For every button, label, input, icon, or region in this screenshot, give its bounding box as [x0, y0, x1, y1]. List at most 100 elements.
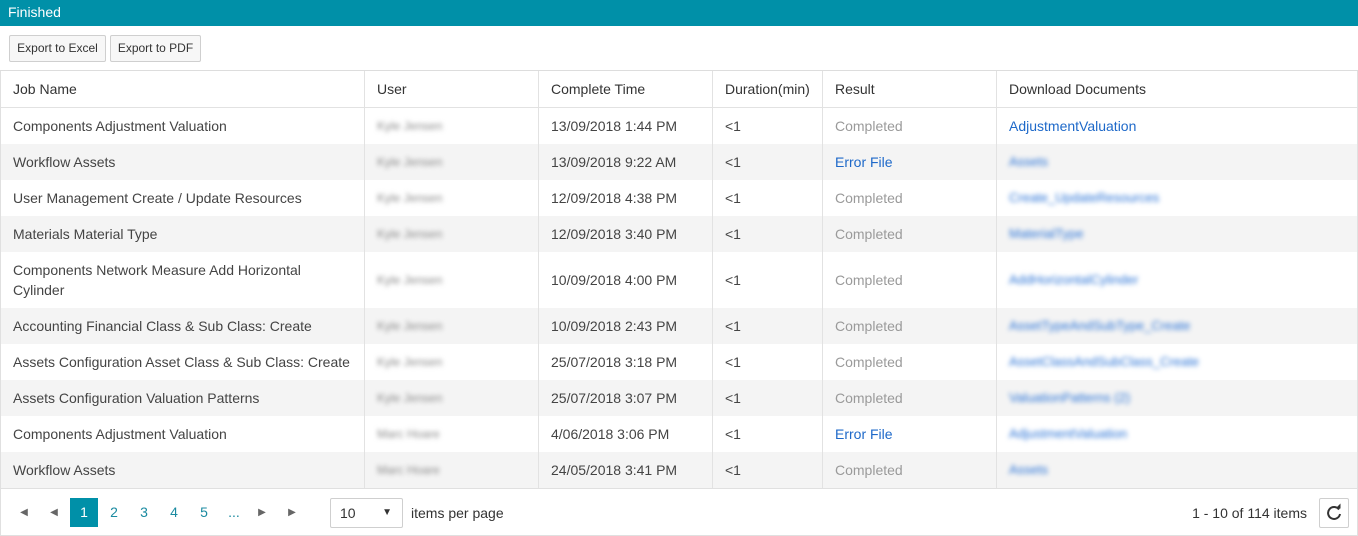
download-document-link[interactable]: AdjustmentValuation: [1009, 424, 1127, 444]
table-row[interactable]: Assets Configuration Asset Class & Sub C…: [1, 344, 1357, 380]
download-document-link[interactable]: MaterialType: [1009, 224, 1083, 244]
column-header-download-documents[interactable]: Download Documents: [997, 71, 1357, 107]
grid-cell: Kyle Jensen: [365, 144, 539, 180]
refresh-button[interactable]: [1319, 498, 1349, 528]
grid-cell: <1: [713, 452, 823, 488]
grid-cell: AssetTypeAndSubType_Create: [997, 308, 1357, 344]
table-row[interactable]: Assets Configuration Valuation Patterns K…: [1, 380, 1357, 416]
table-row[interactable]: Materials Material Type Kyle Jensen 12/09/…: [1, 216, 1357, 252]
grid-cell: Completed: [823, 216, 997, 252]
error-file-link[interactable]: Error File: [835, 424, 893, 444]
first-page-icon[interactable]: ◀​: [13, 498, 35, 527]
column-header-job-name[interactable]: Job Name: [1, 71, 365, 107]
download-document-link[interactable]: AssetClassAndSubClass_Create: [1009, 352, 1199, 372]
cell-duration: <1: [725, 390, 741, 406]
grid-cell: Components Adjustment Valuation: [1, 108, 365, 144]
cell-user: Marc Hoare: [377, 427, 440, 441]
cell-user: Kyle Jensen: [377, 273, 443, 287]
grid-cell: 25/07/2018 3:18 PM: [539, 344, 713, 380]
page-more[interactable]: ...: [220, 498, 248, 527]
panel-title-bar: Finished: [0, 0, 1358, 26]
grid-cell: Completed: [823, 308, 997, 344]
grid-cell: Kyle Jensen: [365, 344, 539, 380]
table-row[interactable]: Components Network Measure Add Horizonta…: [1, 252, 1357, 308]
cell-duration: <1: [725, 118, 741, 134]
cell-result: Completed: [835, 462, 903, 478]
cell-job-name: Components Adjustment Valuation: [13, 118, 227, 134]
previous-page-icon[interactable]: ◀: [43, 498, 65, 527]
table-row[interactable]: Components Adjustment Valuation Kyle Jens…: [1, 108, 1357, 144]
cell-duration: <1: [725, 462, 741, 478]
grid-cell: 25/07/2018 3:07 PM: [539, 380, 713, 416]
refresh-icon: [1327, 503, 1341, 520]
error-file-link[interactable]: Error File: [835, 152, 893, 172]
grid-cell: Kyle Jensen: [365, 180, 539, 216]
grid-cell: 12/09/2018 4:38 PM: [539, 180, 713, 216]
download-document-link[interactable]: AdjustmentValuation: [1009, 116, 1136, 136]
grid-cell: Create_UpdateResources: [997, 180, 1357, 216]
grid-cell: MaterialType: [997, 216, 1357, 252]
cell-job-name: Assets Configuration Valuation Patterns: [13, 390, 260, 406]
cell-duration: <1: [725, 190, 741, 206]
cell-complete-time: 10/09/2018 4:00 PM: [551, 272, 678, 288]
table-row[interactable]: Components Adjustment Valuation Marc Hoar…: [1, 416, 1357, 452]
grid-cell: Marc Hoare: [365, 416, 539, 452]
grid-cell: Accounting Financial Class & Sub Class: …: [1, 308, 365, 344]
page-5[interactable]: 5: [190, 498, 218, 527]
grid-cell: <1: [713, 252, 823, 308]
page-4[interactable]: 4: [160, 498, 188, 527]
cell-result: Completed: [835, 272, 903, 288]
download-document-link[interactable]: ValuationPatterns (2): [1009, 388, 1130, 408]
cell-result: Completed: [835, 118, 903, 134]
grid-cell: <1: [713, 416, 823, 452]
page-2[interactable]: 2: [100, 498, 128, 527]
download-document-link[interactable]: Assets: [1009, 460, 1048, 480]
last-page-icon[interactable]: ▶​: [281, 498, 303, 527]
grid-cell: <1: [713, 216, 823, 252]
cell-duration: <1: [725, 272, 741, 288]
pager-info: 1 - 10 of 114 items: [1192, 505, 1307, 521]
download-document-link[interactable]: Assets: [1009, 152, 1048, 172]
cell-user: Kyle Jensen: [377, 191, 443, 205]
grid-cell: 10/09/2018 2:43 PM: [539, 308, 713, 344]
grid-cell: ValuationPatterns (2): [997, 380, 1357, 416]
grid-cell: 24/05/2018 3:41 PM: [539, 452, 713, 488]
cell-result: Completed: [835, 190, 903, 206]
grid-cell: Completed: [823, 344, 997, 380]
column-header-duration[interactable]: Duration(min): [713, 71, 823, 107]
page-size-select[interactable]: 10 ▼: [330, 498, 403, 528]
download-document-link[interactable]: AssetTypeAndSubType_Create: [1009, 316, 1190, 336]
cell-complete-time: 10/09/2018 2:43 PM: [551, 318, 678, 334]
grid-cell: Assets Configuration Asset Class & Sub C…: [1, 344, 365, 380]
page-1[interactable]: 1: [70, 498, 98, 527]
cell-result: Completed: [835, 390, 903, 406]
table-row[interactable]: Accounting Financial Class & Sub Class: …: [1, 308, 1357, 344]
table-row[interactable]: Workflow Assets Marc Hoare 24/05/2018 3:41…: [1, 452, 1357, 488]
cell-result: Completed: [835, 226, 903, 242]
grid-cell: Marc Hoare: [365, 452, 539, 488]
cell-result: Completed: [835, 318, 903, 334]
cell-user: Kyle Jensen: [377, 391, 443, 405]
page-3[interactable]: 3: [130, 498, 158, 527]
column-header-result[interactable]: Result: [823, 71, 997, 107]
download-document-link[interactable]: Create_UpdateResources: [1009, 188, 1159, 208]
next-page-icon[interactable]: ▶: [251, 498, 273, 527]
export-excel-button[interactable]: Export to Excel: [9, 35, 106, 62]
grid-cell: Kyle Jensen: [365, 252, 539, 308]
export-pdf-button[interactable]: Export to PDF: [110, 35, 201, 62]
grid-cell: Completed: [823, 380, 997, 416]
chevron-down-icon: ▼: [382, 507, 392, 518]
table-row[interactable]: User Management Create / Update Resource…: [1, 180, 1357, 216]
cell-user: Kyle Jensen: [377, 227, 443, 241]
grid-cell: Assets: [997, 144, 1357, 180]
column-header-complete-time[interactable]: Complete Time: [539, 71, 713, 107]
download-document-link[interactable]: AddHorizontalCylinder: [1009, 270, 1138, 290]
grid-cell: 13/09/2018 1:44 PM: [539, 108, 713, 144]
column-header-user[interactable]: User: [365, 71, 539, 107]
cell-job-name: Assets Configuration Asset Class & Sub C…: [13, 354, 350, 370]
cell-job-name: Materials Material Type: [13, 226, 158, 242]
table-row[interactable]: Workflow Assets Kyle Jensen 13/09/2018 9:2…: [1, 144, 1357, 180]
grid-cell: Error File: [823, 416, 997, 452]
cell-complete-time: 12/09/2018 4:38 PM: [551, 190, 678, 206]
grid-cell: Components Network Measure Add Horizonta…: [1, 252, 365, 308]
